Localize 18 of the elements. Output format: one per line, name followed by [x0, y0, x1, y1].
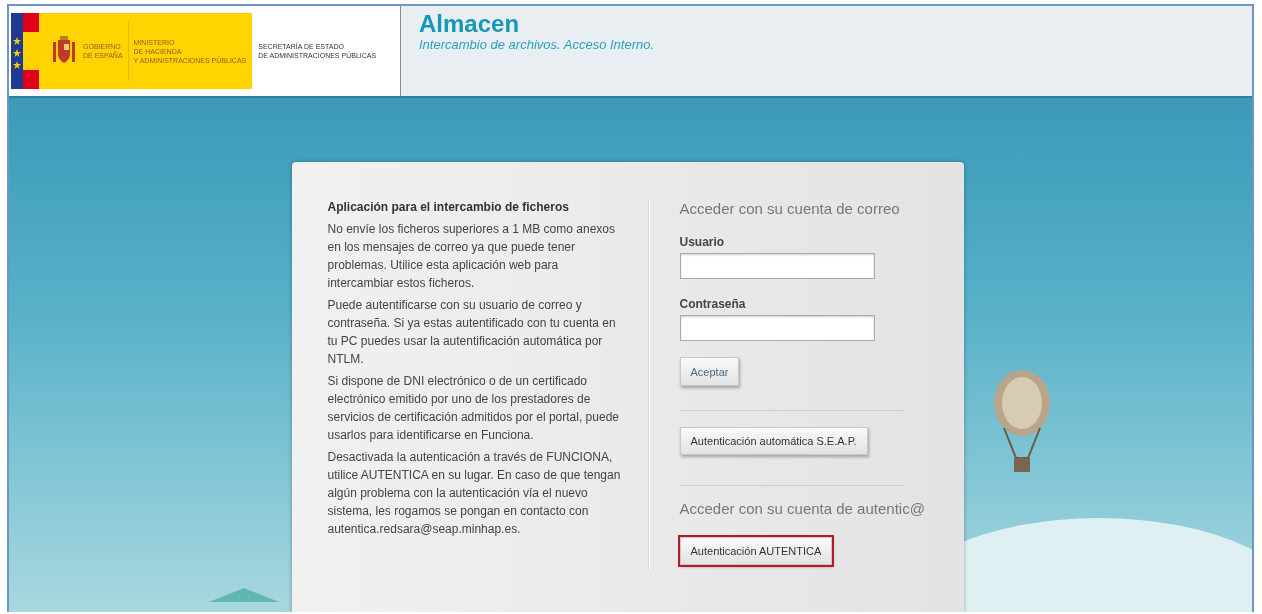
- info-paragraph: Desactivada la autenticación a través de FUNCIONA, utilice AUTENTICA en su lugar. En caso de que tengan algún problema con la autenticación vía el nuevo sistema, les rogamos se pongan en contacto con autentica.redsara@seap.minhap.es.: [327, 449, 622, 538]
- info-paragraph: Puede autentificarse con su usuario de correo y contraseña. Si ya estas autentificado con tu cuenta en tu PC puedes usar la autentificación automática por NTLM.: [327, 297, 617, 368]
- field-label: Contraseña: [679, 297, 747, 311]
- section-title: Acceder con su cuenta de correo: [679, 200, 901, 217]
- app-subtitle: Intercambio de archivos. Acceso Interno.: [419, 37, 655, 52]
- input-field[interactable]: [679, 253, 875, 279]
- info-heading: Aplicación para el intercambio de ficheros: [327, 199, 570, 216]
- input-field[interactable]: [679, 315, 875, 341]
- section-title: Acceder con su cuenta de autentic@: [679, 500, 926, 517]
- field-label: Usuario: [679, 235, 726, 249]
- info-paragraph: No envíe los ficheros superiores a 1 MB como anexos en los mensajes de correo ya que puede tener problemas. Utilice esta aplicación web para intercambiar estos ficheros.: [327, 221, 616, 292]
- app-title: Almacen: [419, 11, 521, 37]
- coat-of-arms-icon: [51, 36, 77, 66]
- autentica-button[interactable]: Autenticación AUTENTICA: [679, 537, 833, 565]
- info-paragraph: Si dispone de DNI electrónico o de un certificado electrónico emitido por uno de los prestadores de servicios de certificación admitidos por el portal, puede usarlos para identificarse en Funciona.: [327, 373, 620, 444]
- triangle-drawing: [209, 588, 279, 602]
- auto-login-button[interactable]: Autenticación automática S.E.A.P.: [679, 427, 868, 455]
- accept-button[interactable]: Aceptar: [679, 357, 740, 386]
